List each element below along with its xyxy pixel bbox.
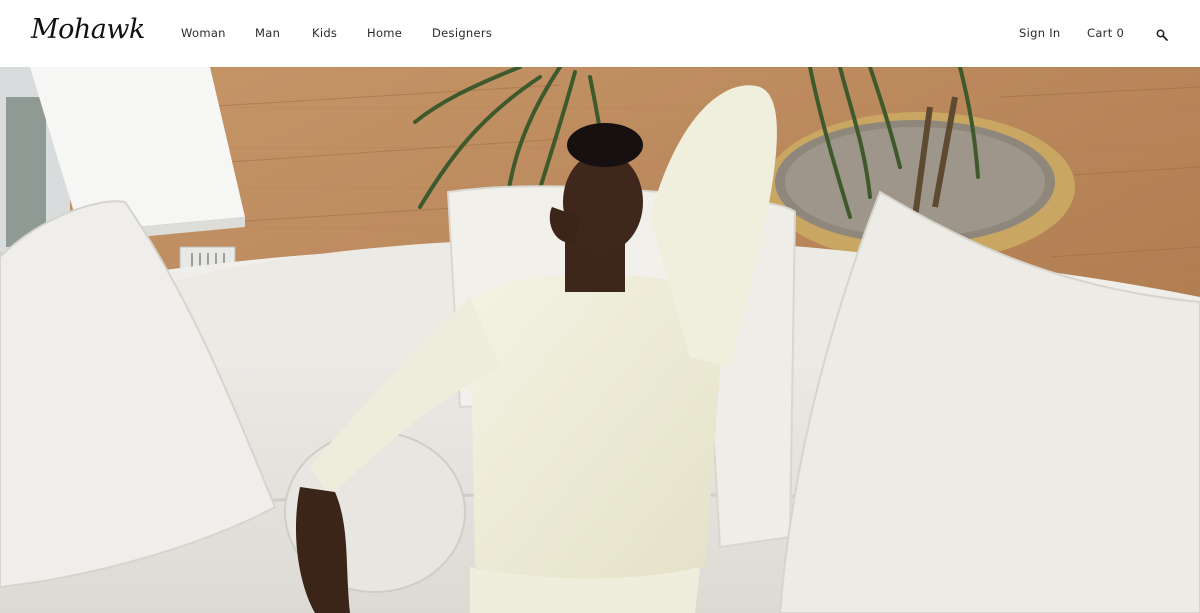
search-icon[interactable]	[1156, 26, 1168, 41]
brand-logo[interactable]: Mohawk	[31, 10, 145, 50]
hero-banner[interactable]	[0, 67, 1200, 613]
nav-item-woman[interactable]: Woman	[181, 24, 226, 42]
nav-item-kids[interactable]: Kids	[312, 24, 337, 42]
nav-item-man[interactable]: Man	[255, 24, 280, 42]
hero-image	[0, 67, 1200, 613]
site-header: Mohawk Woman Man Kids Home Designers Sig…	[0, 0, 1200, 67]
sign-in-link[interactable]: Sign In	[1019, 24, 1061, 42]
nav-item-designers[interactable]: Designers	[432, 24, 492, 42]
cart-link[interactable]: Cart 0	[1087, 24, 1124, 42]
nav-item-home[interactable]: Home	[367, 24, 402, 42]
